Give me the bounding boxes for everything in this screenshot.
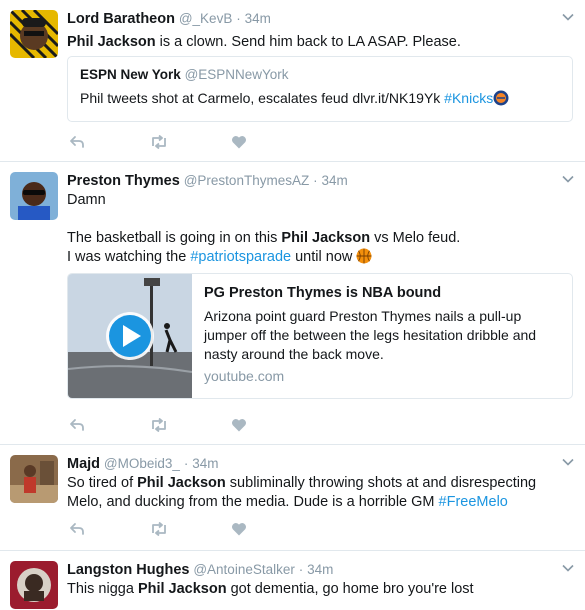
like-icon[interactable] xyxy=(229,415,249,435)
text-segment: got dementia, go home bro you're lost xyxy=(226,581,474,597)
tweet[interactable]: Majd @MObeid3_ · 34m So tired of Phil Ja… xyxy=(0,445,585,551)
timestamp[interactable]: 34m xyxy=(245,11,271,26)
card-title: PG Preston Thymes is NBA bound xyxy=(204,285,442,301)
text-highlight: Phil Jackson xyxy=(67,34,156,50)
text-segment: I was watching the xyxy=(67,249,191,265)
chevron-down-icon[interactable] xyxy=(561,561,575,575)
reply-icon[interactable] xyxy=(67,519,87,539)
chevron-down-icon[interactable] xyxy=(561,10,575,24)
author-handle[interactable]: @MObeid3_ xyxy=(104,456,180,471)
separator-dot: · xyxy=(236,11,241,26)
chevron-down-icon[interactable] xyxy=(561,455,575,469)
text-segment: Phil tweets shot at Carmelo, escalates f… xyxy=(80,90,445,106)
author-name[interactable]: Preston Thymes xyxy=(67,173,180,189)
author-name[interactable]: Majd xyxy=(67,456,100,472)
hashtag-link[interactable]: #FreeMelo xyxy=(439,494,508,510)
text-line: The basketball is going in on this Phil … xyxy=(67,229,575,248)
link-card[interactable]: PG Preston Thymes is NBA bound Arizona p… xyxy=(67,273,573,399)
avatar[interactable] xyxy=(10,455,58,503)
like-icon[interactable] xyxy=(229,519,249,539)
text-highlight: Phil Jackson xyxy=(281,230,371,246)
avatar[interactable] xyxy=(10,561,58,609)
text-line: I was watching the #patriotsparade until… xyxy=(67,248,575,270)
author-handle[interactable]: @PrestonThymesAZ xyxy=(184,173,310,188)
text-segment: This nigga xyxy=(67,581,138,597)
timestamp[interactable]: 34m xyxy=(322,173,348,188)
card-domain: youtube.com xyxy=(204,368,285,384)
tweet[interactable]: Langston Hughes @AntoineStalker · 34m Th… xyxy=(0,551,585,610)
text-highlight: Phil Jackson xyxy=(137,475,226,491)
text-segment: until now xyxy=(291,249,357,265)
card-description: Arizona point guard Preston Thymes nails… xyxy=(204,308,537,362)
timestamp[interactable]: 34m xyxy=(307,562,333,577)
avatar[interactable] xyxy=(10,172,58,220)
separator-dot: · xyxy=(298,562,304,577)
tweet-text: Damn The basketball is going in on this … xyxy=(67,191,575,270)
text-segment: The basketball is going in on this xyxy=(67,230,282,246)
avatar[interactable] xyxy=(10,10,58,58)
text-segment: vs Melo feud. xyxy=(370,230,461,246)
like-icon[interactable] xyxy=(229,132,249,152)
quoted-author-handle: @ESPNNewYork xyxy=(184,67,289,82)
author-handle[interactable]: @_KevB xyxy=(179,11,232,26)
timestamp[interactable]: 34m xyxy=(192,456,218,471)
text-segment: So tired of xyxy=(67,475,138,491)
separator-dot: · xyxy=(313,173,318,188)
tweet-text: Phil Jackson is a clown. Send him back t… xyxy=(67,33,575,52)
reply-icon[interactable] xyxy=(67,415,87,435)
tweet-text: So tired of Phil Jackson subliminally th… xyxy=(67,474,575,512)
quoted-tweet-text: Phil tweets shot at Carmelo, escalates f… xyxy=(80,90,509,109)
quoted-author-name: ESPN New York xyxy=(80,67,181,82)
quoted-tweet[interactable]: ESPN New York @ESPNNewYork Phil tweets s… xyxy=(67,56,573,122)
retweet-icon[interactable] xyxy=(149,519,169,539)
tweet[interactable]: Preston Thymes @PrestonThymesAZ · 34m Da… xyxy=(0,162,585,445)
separator-dot: · xyxy=(183,456,189,471)
hashtag-link[interactable]: #patriotsparade xyxy=(190,249,291,265)
retweet-icon[interactable] xyxy=(149,132,169,152)
author-name[interactable]: Lord Baratheon xyxy=(67,11,175,27)
reply-icon[interactable] xyxy=(67,132,87,152)
knicks-logo-icon xyxy=(493,90,509,109)
text-highlight: Phil Jackson xyxy=(137,581,227,597)
tweet-timeline: Lord Baratheon @_KevB · 34m Phil Jackson… xyxy=(0,0,585,610)
author-name[interactable]: Langston Hughes xyxy=(67,562,189,578)
video-thumbnail[interactable] xyxy=(68,274,193,398)
tweet[interactable]: Lord Baratheon @_KevB · 34m Phil Jackson… xyxy=(0,0,585,162)
chevron-down-icon[interactable] xyxy=(561,172,575,186)
text-line: Damn xyxy=(67,192,106,208)
retweet-icon[interactable] xyxy=(149,415,169,435)
basketball-icon xyxy=(356,248,372,270)
tweet-text: This nigga Phil Jackson got dementia, go… xyxy=(67,580,575,599)
author-handle[interactable]: @AntoineStalker xyxy=(193,562,295,577)
text-segment: is a clown. Send him back to LA ASAP. Pl… xyxy=(155,34,461,50)
hashtag-link[interactable]: #Knicks xyxy=(444,90,493,106)
